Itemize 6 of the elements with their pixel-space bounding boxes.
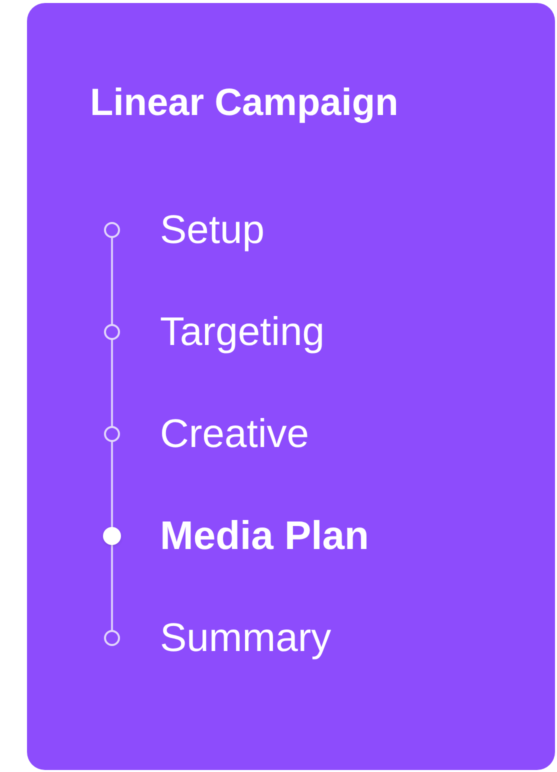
panel-title: Linear Campaign (90, 81, 398, 126)
step-link[interactable]: Creative (160, 408, 309, 460)
step-link[interactable]: Setup (160, 204, 265, 256)
step-link[interactable]: Media Plan (160, 510, 369, 562)
step-link[interactable]: Summary (160, 612, 332, 664)
step-link[interactable]: Targeting (160, 306, 325, 358)
